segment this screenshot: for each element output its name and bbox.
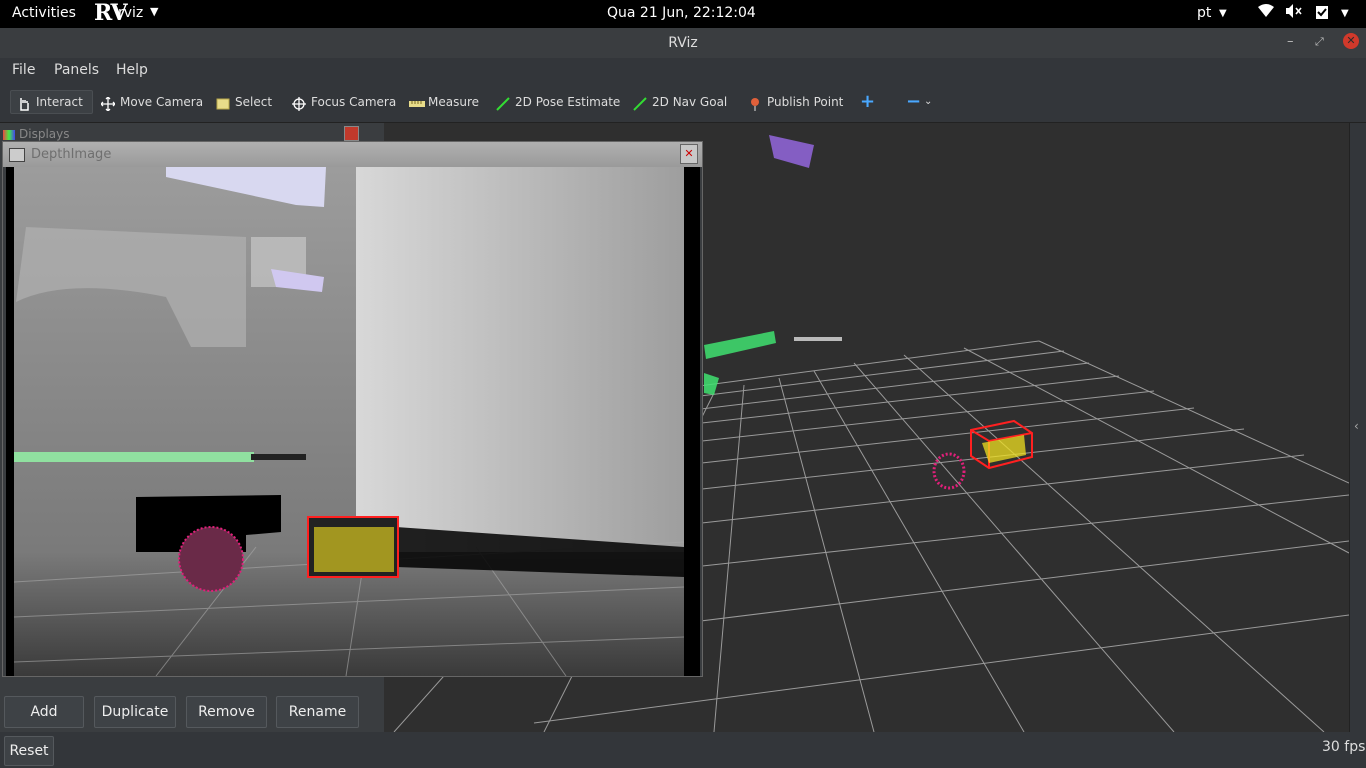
activities-button[interactable]: Activities (12, 5, 76, 21)
displays-panel-close-icon[interactable] (344, 126, 359, 141)
purple-point-cloud (769, 135, 814, 168)
tool-publish-point[interactable]: Publish Point (742, 90, 849, 114)
tool-focus-camera-label: Focus Camera (311, 95, 397, 109)
add-display-button[interactable]: Add (4, 696, 84, 728)
tool-2d-nav-goal-label: 2D Nav Goal (652, 95, 728, 109)
clock[interactable]: Qua 21 Jun, 22:12:04 (607, 5, 756, 21)
duplicate-display-button[interactable]: Duplicate (94, 696, 176, 728)
system-menu-icon[interactable] (1315, 4, 1329, 24)
depth-image-titlebar[interactable]: DepthImage ✕ (3, 142, 702, 167)
magenta-sphere-points (932, 452, 966, 490)
menu-help[interactable]: Help (116, 62, 148, 78)
tool-move-camera[interactable]: Move Camera (95, 90, 209, 114)
depth-dark-strip (251, 454, 306, 460)
tool-2d-nav-goal[interactable]: 2D Nav Goal (627, 90, 733, 114)
remove-tool-dropdown-icon[interactable]: ⌄ (918, 90, 938, 114)
select-box-icon (216, 95, 230, 110)
wifi-icon[interactable] (1258, 4, 1274, 22)
menu-panels[interactable]: Panels (54, 62, 99, 78)
displays-panel-title: Displays (19, 127, 70, 141)
add-tool-button[interactable]: + (854, 90, 881, 114)
window-titlebar[interactable]: RViz – ⤢ ✕ (0, 28, 1366, 58)
tool-select[interactable]: Select (210, 90, 278, 114)
depth-yellow-points (314, 527, 394, 572)
remove-display-button[interactable]: Remove (186, 696, 267, 728)
depth-right-wall (356, 167, 684, 552)
tool-publish-point-label: Publish Point (767, 95, 844, 109)
ruler-icon (409, 95, 425, 109)
app-menu-caret-icon[interactable]: ▼ (150, 5, 158, 18)
minimize-icon[interactable]: – (1287, 34, 1294, 49)
system-top-bar: Activities RV rviz ▼ Qua 21 Jun, 22:12:0… (0, 0, 1366, 28)
depth-image-close-icon[interactable]: ✕ (680, 144, 698, 164)
close-icon[interactable]: ✕ (1343, 33, 1359, 49)
detected-object-3d (932, 419, 1033, 490)
white-point-cloud (794, 337, 842, 341)
status-bar: Reset 30 fps (0, 732, 1366, 768)
depth-image-panel[interactable]: DepthImage ✕ (2, 141, 703, 677)
move-arrows-icon (100, 95, 116, 112)
language-caret-icon[interactable]: ▼ (1219, 8, 1227, 19)
tool-focus-camera[interactable]: Focus Camera (286, 90, 402, 114)
app-menu-label[interactable]: rviz (118, 5, 143, 21)
depth-magenta-sphere (178, 526, 244, 592)
reset-button[interactable]: Reset (4, 736, 54, 766)
hand-pointer-icon (17, 95, 31, 111)
right-panel-toggle[interactable]: ‹ (1349, 123, 1366, 732)
restore-icon[interactable]: ⤢ (1315, 35, 1324, 49)
tool-interact[interactable]: Interact (10, 90, 93, 114)
displays-panel-icon (3, 129, 15, 140)
menu-bar: File Panels Help (0, 58, 1366, 84)
tool-measure[interactable]: Measure (403, 90, 485, 114)
input-language[interactable]: pt (1197, 5, 1211, 21)
map-pin-icon (748, 95, 762, 111)
tool-move-camera-label: Move Camera (120, 95, 204, 109)
displays-panel-header: Displays (3, 127, 358, 141)
chevron-left-icon[interactable]: ‹ (1354, 419, 1359, 433)
green-arrow-icon (496, 95, 510, 111)
green-arrow-icon (633, 95, 647, 111)
depth-image-view (6, 167, 700, 676)
depth-green-points (14, 452, 254, 462)
system-menu-caret-icon[interactable]: ▼ (1341, 8, 1349, 19)
volume-muted-icon[interactable] (1285, 4, 1303, 22)
tool-2d-pose-estimate[interactable]: 2D Pose Estimate (490, 90, 626, 114)
rename-display-button[interactable]: Rename (276, 696, 359, 728)
panel-window-icon (9, 148, 25, 162)
crosshair-icon (292, 95, 306, 111)
tool-interact-label: Interact (36, 95, 83, 109)
fps-readout: 30 fps (1322, 739, 1366, 755)
green-point-cloud (704, 331, 776, 395)
depth-image-title: DepthImage (31, 147, 112, 162)
window-title: RViz (668, 35, 698, 51)
tool-2d-pose-estimate-label: 2D Pose Estimate (515, 95, 621, 109)
tool-select-label: Select (235, 95, 273, 109)
tools-toolbar: Interact Move Camera Select Focus Camera… (0, 84, 1366, 123)
tool-measure-label: Measure (428, 95, 479, 109)
menu-file[interactable]: File (12, 62, 35, 78)
